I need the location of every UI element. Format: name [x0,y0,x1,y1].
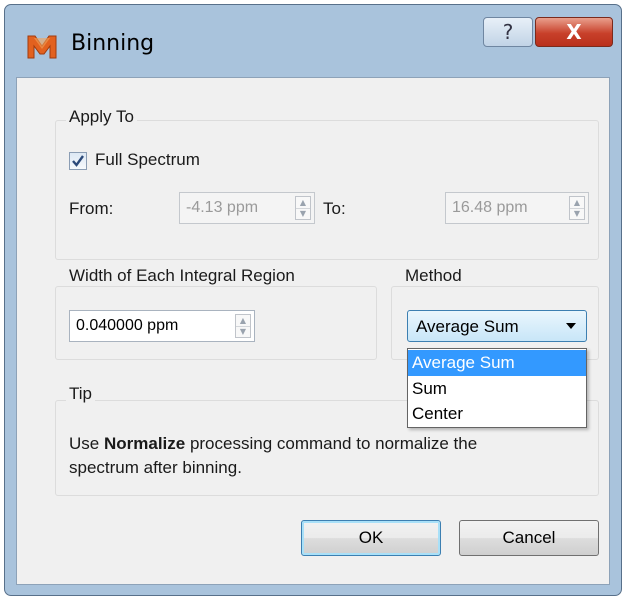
dialog-body: Apply To Full Spectrum From: -4.13 ppm ▲… [16,77,610,585]
ok-button[interactable]: OK [301,520,441,556]
binning-dialog: Binning ? X Apply To Full Spectrum From:… [4,4,622,596]
method-option-center[interactable]: Center [408,401,586,427]
tip-text-bold: Normalize [103,434,186,453]
method-heading: Method [402,266,465,286]
window-title: Binning [71,31,155,56]
method-combobox[interactable]: Average Sum [407,310,587,342]
tip-text: Use Normalize processing command to norm… [69,432,597,480]
help-button[interactable]: ? [483,17,533,47]
apply-to-group [55,120,599,260]
tip-text-line2: spectrum after binning. [69,458,242,477]
spin-down-icon[interactable]: ▼ [570,208,584,219]
chevron-down-icon [566,323,576,329]
apply-to-heading: Apply To [66,107,137,127]
from-label: From: [69,199,114,218]
from-spin-arrows[interactable]: ▲ ▼ [295,196,311,220]
checkmark-icon [72,155,84,167]
method-option-sum[interactable]: Sum [408,376,586,402]
from-value: -4.13 ppm [186,199,259,216]
full-spectrum-label: Full Spectrum [95,150,200,169]
width-spinbox[interactable]: 0.040000 ppm ▲ ▼ [69,310,255,342]
tip-text-prefix: Use [69,434,104,453]
full-spectrum-checkbox[interactable] [69,152,87,170]
width-value: 0.040000 ppm [76,317,179,334]
width-spin-arrows[interactable]: ▲ ▼ [235,314,251,338]
m-logo-icon [27,35,57,59]
spin-down-icon[interactable]: ▼ [236,326,250,337]
close-button[interactable]: X [535,17,613,47]
method-option-average-sum[interactable]: Average Sum [408,350,586,376]
help-icon: ? [502,20,514,44]
from-spinbox[interactable]: -4.13 ppm ▲ ▼ [179,192,315,224]
to-spin-arrows[interactable]: ▲ ▼ [569,196,585,220]
title-bar[interactable]: Binning ? X [5,5,621,77]
spin-down-icon[interactable]: ▼ [296,208,310,219]
cancel-button[interactable]: Cancel [459,520,599,556]
method-selected-value: Average Sum [416,317,519,336]
to-label: To: [323,199,346,218]
tip-heading: Tip [66,384,95,404]
to-spinbox[interactable]: 16.48 ppm ▲ ▼ [445,192,589,224]
method-dropdown-list: Average Sum Sum Center [407,348,587,428]
close-icon: X [566,20,582,44]
tip-text-suffix: processing command to normalize the [185,434,478,453]
width-heading: Width of Each Integral Region [66,266,298,286]
to-value: 16.48 ppm [452,199,528,216]
